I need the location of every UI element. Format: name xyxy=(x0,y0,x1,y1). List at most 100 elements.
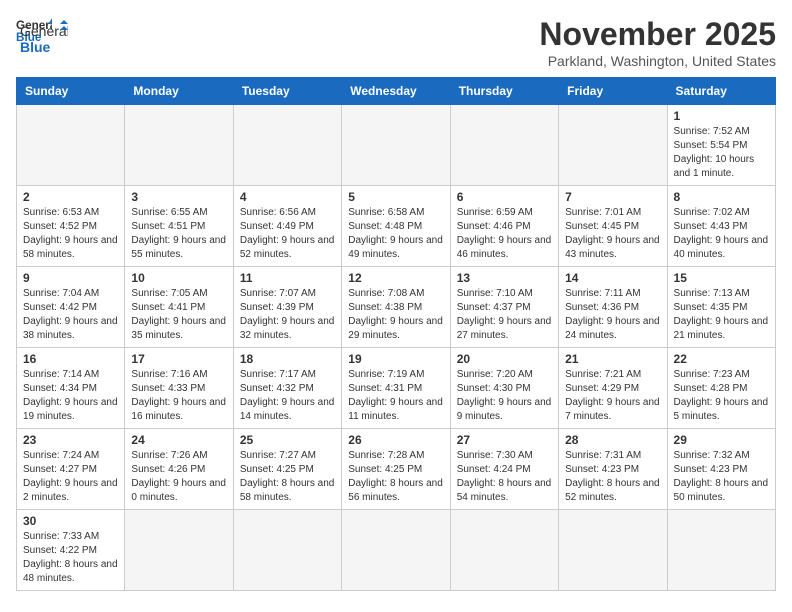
day-info: Sunrise: 6:59 AM Sunset: 4:46 PM Dayligh… xyxy=(457,206,552,262)
calendar-day-cell xyxy=(125,510,233,591)
day-info: Sunrise: 7:11 AM Sunset: 4:36 PM Dayligh… xyxy=(565,287,660,343)
calendar-day-cell: 30 Sunrise: 7:33 AM Sunset: 4:22 PM Dayli… xyxy=(17,510,125,591)
calendar-day-cell xyxy=(559,510,667,591)
day-number: 22 xyxy=(674,352,769,366)
day-number: 23 xyxy=(23,433,118,447)
calendar-day-cell: 12 Sunrise: 7:08 AM Sunset: 4:38 PM Dayli… xyxy=(342,267,450,348)
day-number: 11 xyxy=(240,271,335,285)
calendar-header-row: SundayMondayTuesdayWednesdayThursdayFrid… xyxy=(17,78,776,105)
day-number: 9 xyxy=(23,271,118,285)
day-info: Sunrise: 7:23 AM Sunset: 4:28 PM Dayligh… xyxy=(674,368,769,424)
month-title: November 2025 xyxy=(539,16,776,53)
day-info: Sunrise: 7:14 AM Sunset: 4:34 PM Dayligh… xyxy=(23,368,118,424)
calendar-day-cell: 5 Sunrise: 6:58 AM Sunset: 4:48 PM Daylig… xyxy=(342,186,450,267)
calendar-day-cell: 11 Sunrise: 7:07 AM Sunset: 4:39 PM Dayli… xyxy=(233,267,341,348)
day-info: Sunrise: 7:02 AM Sunset: 4:43 PM Dayligh… xyxy=(674,206,769,262)
calendar-day-cell xyxy=(342,510,450,591)
day-info: Sunrise: 7:13 AM Sunset: 4:35 PM Dayligh… xyxy=(674,287,769,343)
calendar-day-cell xyxy=(342,105,450,186)
header: General Blue November 2025 Parkland, Was… xyxy=(16,16,776,69)
location-title: Parkland, Washington, United States xyxy=(539,53,776,69)
day-number: 3 xyxy=(131,190,226,204)
day-info: Sunrise: 7:19 AM Sunset: 4:31 PM Dayligh… xyxy=(348,368,443,424)
day-number: 6 xyxy=(457,190,552,204)
calendar-day-cell: 7Sunrise: 7:01 AM Sunset: 4:45 PM Daylig… xyxy=(559,186,667,267)
calendar-day-cell: 9 Sunrise: 7:04 AM Sunset: 4:42 PM Daylig… xyxy=(17,267,125,348)
day-info: Sunrise: 7:33 AM Sunset: 4:22 PM Dayligh… xyxy=(23,530,118,586)
day-info: Sunrise: 7:52 AM Sunset: 5:54 PM Dayligh… xyxy=(674,125,769,181)
weekday-header: Thursday xyxy=(450,78,558,105)
day-info: Sunrise: 7:28 AM Sunset: 4:25 PM Dayligh… xyxy=(348,449,443,505)
day-info: Sunrise: 7:17 AM Sunset: 4:32 PM Dayligh… xyxy=(240,368,335,424)
day-info: Sunrise: 7:08 AM Sunset: 4:38 PM Dayligh… xyxy=(348,287,443,343)
day-info: Sunrise: 7:05 AM Sunset: 4:41 PM Dayligh… xyxy=(131,287,226,343)
calendar-day-cell: 25 Sunrise: 7:27 AM Sunset: 4:25 PM Dayli… xyxy=(233,429,341,510)
day-number: 18 xyxy=(240,352,335,366)
calendar-day-cell: 19Sunrise: 7:19 AM Sunset: 4:31 PM Dayli… xyxy=(342,348,450,429)
calendar-day-cell: 21Sunrise: 7:21 AM Sunset: 4:29 PM Dayli… xyxy=(559,348,667,429)
calendar-day-cell: 22 Sunrise: 7:23 AM Sunset: 4:28 PM Dayli… xyxy=(667,348,775,429)
calendar-day-cell xyxy=(17,105,125,186)
calendar-week-row: 1 Sunrise: 7:52 AM Sunset: 5:54 PM Daylig… xyxy=(17,105,776,186)
day-info: Sunrise: 6:56 AM Sunset: 4:49 PM Dayligh… xyxy=(240,206,335,262)
day-info: Sunrise: 7:07 AM Sunset: 4:39 PM Dayligh… xyxy=(240,287,335,343)
day-number: 12 xyxy=(348,271,443,285)
day-number: 30 xyxy=(23,514,118,528)
calendar-day-cell: 10 Sunrise: 7:05 AM Sunset: 4:41 PM Dayli… xyxy=(125,267,233,348)
calendar-day-cell: 1 Sunrise: 7:52 AM Sunset: 5:54 PM Daylig… xyxy=(667,105,775,186)
calendar-day-cell: 8 Sunrise: 7:02 AM Sunset: 4:43 PM Daylig… xyxy=(667,186,775,267)
day-number: 21 xyxy=(565,352,660,366)
calendar-day-cell: 6 Sunrise: 6:59 AM Sunset: 4:46 PM Daylig… xyxy=(450,186,558,267)
calendar-table: SundayMondayTuesdayWednesdayThursdayFrid… xyxy=(16,77,776,591)
day-number: 26 xyxy=(348,433,443,447)
calendar-week-row: 16Sunrise: 7:14 AM Sunset: 4:34 PM Dayli… xyxy=(17,348,776,429)
day-number: 8 xyxy=(674,190,769,204)
day-info: Sunrise: 7:04 AM Sunset: 4:42 PM Dayligh… xyxy=(23,287,118,343)
calendar-day-cell: 23 Sunrise: 7:24 AM Sunset: 4:27 PM Dayli… xyxy=(17,429,125,510)
calendar-week-row: 30 Sunrise: 7:33 AM Sunset: 4:22 PM Dayli… xyxy=(17,510,776,591)
title-area: November 2025 Parkland, Washington, Unit… xyxy=(539,16,776,69)
weekday-header: Monday xyxy=(125,78,233,105)
day-number: 20 xyxy=(457,352,552,366)
day-number: 15 xyxy=(674,271,769,285)
day-number: 17 xyxy=(131,352,226,366)
day-info: Sunrise: 7:32 AM Sunset: 4:23 PM Dayligh… xyxy=(674,449,769,505)
day-number: 1 xyxy=(674,109,769,123)
day-info: Sunrise: 7:31 AM Sunset: 4:23 PM Dayligh… xyxy=(565,449,660,505)
day-number: 2 xyxy=(23,190,118,204)
day-number: 5 xyxy=(348,190,443,204)
calendar-day-cell: 14Sunrise: 7:11 AM Sunset: 4:36 PM Dayli… xyxy=(559,267,667,348)
svg-text:General: General xyxy=(20,23,68,39)
day-number: 10 xyxy=(131,271,226,285)
calendar-day-cell xyxy=(667,510,775,591)
calendar-day-cell: 18 Sunrise: 7:17 AM Sunset: 4:32 PM Dayli… xyxy=(233,348,341,429)
day-info: Sunrise: 7:26 AM Sunset: 4:26 PM Dayligh… xyxy=(131,449,226,505)
day-number: 4 xyxy=(240,190,335,204)
calendar-day-cell: 2Sunrise: 6:53 AM Sunset: 4:52 PM Daylig… xyxy=(17,186,125,267)
logo-svg: General Blue xyxy=(20,20,68,56)
weekday-header: Friday xyxy=(559,78,667,105)
weekday-header: Tuesday xyxy=(233,78,341,105)
calendar-day-cell xyxy=(559,105,667,186)
calendar-day-cell xyxy=(125,105,233,186)
calendar-week-row: 9 Sunrise: 7:04 AM Sunset: 4:42 PM Daylig… xyxy=(17,267,776,348)
day-info: Sunrise: 7:01 AM Sunset: 4:45 PM Dayligh… xyxy=(565,206,660,262)
calendar-week-row: 2Sunrise: 6:53 AM Sunset: 4:52 PM Daylig… xyxy=(17,186,776,267)
calendar-day-cell: 15 Sunrise: 7:13 AM Sunset: 4:35 PM Dayli… xyxy=(667,267,775,348)
day-info: Sunrise: 7:27 AM Sunset: 4:25 PM Dayligh… xyxy=(240,449,335,505)
day-info: Sunrise: 7:20 AM Sunset: 4:30 PM Dayligh… xyxy=(457,368,552,424)
day-info: Sunrise: 6:58 AM Sunset: 4:48 PM Dayligh… xyxy=(348,206,443,262)
calendar-day-cell: 27Sunrise: 7:30 AM Sunset: 4:24 PM Dayli… xyxy=(450,429,558,510)
day-info: Sunrise: 7:24 AM Sunset: 4:27 PM Dayligh… xyxy=(23,449,118,505)
day-number: 27 xyxy=(457,433,552,447)
weekday-header: Saturday xyxy=(667,78,775,105)
day-number: 29 xyxy=(674,433,769,447)
calendar-day-cell xyxy=(233,105,341,186)
day-number: 25 xyxy=(240,433,335,447)
calendar-day-cell: 13Sunrise: 7:10 AM Sunset: 4:37 PM Dayli… xyxy=(450,267,558,348)
logo-container: General Blue xyxy=(20,20,68,56)
calendar-day-cell: 24Sunrise: 7:26 AM Sunset: 4:26 PM Dayli… xyxy=(125,429,233,510)
day-info: Sunrise: 7:16 AM Sunset: 4:33 PM Dayligh… xyxy=(131,368,226,424)
calendar-day-cell: 28Sunrise: 7:31 AM Sunset: 4:23 PM Dayli… xyxy=(559,429,667,510)
calendar-day-cell xyxy=(450,105,558,186)
